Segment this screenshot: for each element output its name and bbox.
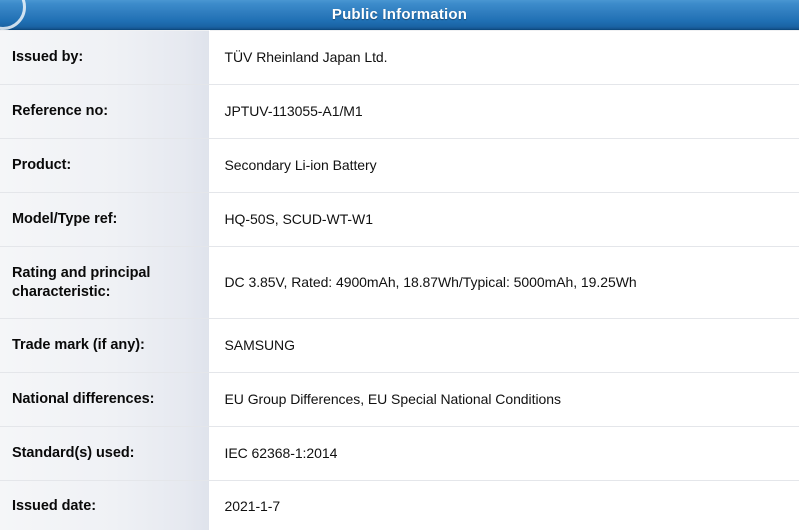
public-information-page: Public Information Issued by: TÜV Rheinl… [0,0,799,530]
row-value-product: Secondary Li-ion Battery [209,138,799,193]
row-label-standards-used: Standard(s) used: [0,426,210,481]
table-row: Reference no: JPTUV-113055-A1/M1 [0,84,799,139]
table-row: Trade mark (if any): SAMSUNG [0,318,799,373]
public-information-table: Issued by: TÜV Rheinland Japan Ltd. Refe… [0,30,799,530]
table-body: Issued by: TÜV Rheinland Japan Ltd. Refe… [0,30,799,530]
row-label-rating-and-principal-characteristic: Rating and principal characteristic: [0,246,210,319]
row-value-reference-no: JPTUV-113055-A1/M1 [209,84,799,139]
table-row: Model/Type ref: HQ-50S, SCUD-WT-W1 [0,192,799,247]
row-label-trade-mark: Trade mark (if any): [0,318,210,373]
table-row: National differences: EU Group Differenc… [0,372,799,427]
page-title: Public Information [331,5,468,23]
row-value-national-differences: EU Group Differences, EU Special Nationa… [209,372,799,427]
row-label-model-type-ref: Model/Type ref: [0,192,210,247]
row-label-issued-date: Issued date: [0,480,210,530]
page-header-bar: Public Information [0,0,799,30]
table-row: Rating and principal characteristic: DC … [0,246,799,319]
circle-logo-mark-icon [0,0,26,30]
table-row: Issued date: 2021-1-7 [0,480,799,530]
row-label-reference-no: Reference no: [0,84,210,139]
circle-logo-mark-inner-icon [0,0,2,9]
row-label-issued-by: Issued by: [0,30,210,85]
table-row: Standard(s) used: IEC 62368-1:2014 [0,426,799,481]
row-value-model-type-ref: HQ-50S, SCUD-WT-W1 [209,192,799,247]
table-row: Product: Secondary Li-ion Battery [0,138,799,193]
row-label-national-differences: National differences: [0,372,210,427]
row-value-issued-date: 2021-1-7 [209,480,799,530]
row-value-trade-mark: SAMSUNG [209,318,799,373]
row-value-standards-used: IEC 62368-1:2014 [209,426,799,481]
table-row: Issued by: TÜV Rheinland Japan Ltd. [0,30,799,85]
row-value-rating-and-principal-characteristic: DC 3.85V, Rated: 4900mAh, 18.87Wh/Typica… [209,246,799,319]
row-value-issued-by: TÜV Rheinland Japan Ltd. [209,30,799,85]
row-label-product: Product: [0,138,210,193]
